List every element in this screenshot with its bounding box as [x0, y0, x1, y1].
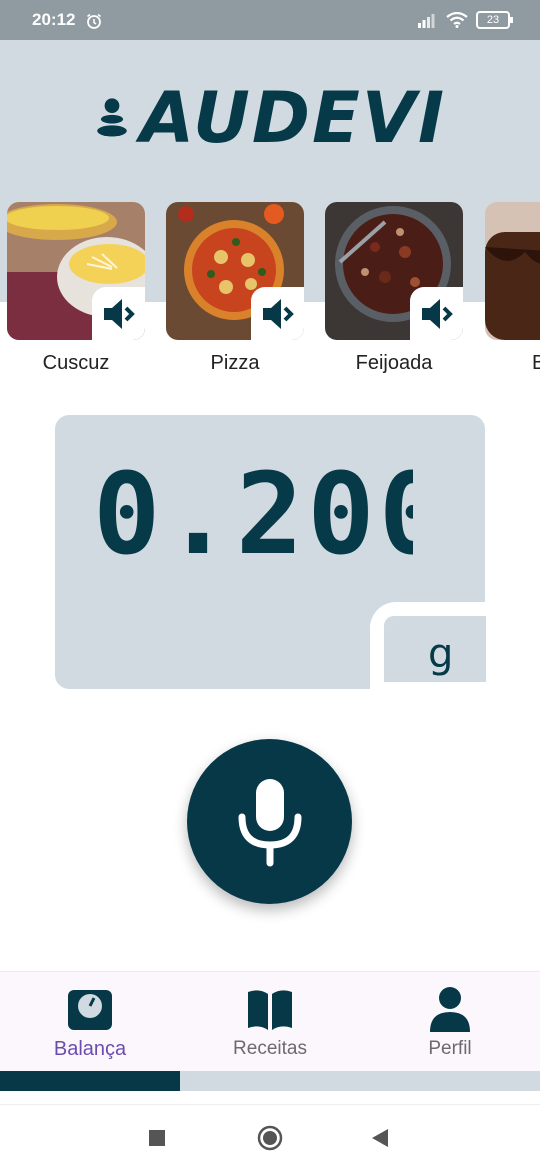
- scale-display: 0.200 g: [55, 415, 486, 690]
- food-image: [325, 202, 463, 340]
- audio-button[interactable]: [92, 287, 145, 340]
- nav-label: Balança: [53, 1038, 127, 1060]
- app-logo: AUDEVI: [96, 77, 446, 159]
- unit-cutout: g: [370, 602, 486, 690]
- food-card-pizza[interactable]: Pizza: [166, 202, 304, 375]
- nav-item-perfil[interactable]: Perfil: [360, 972, 540, 1072]
- signal-icon: [418, 14, 435, 28]
- tab-indicator-track: [0, 1071, 540, 1091]
- nav-label: Receitas: [233, 1038, 307, 1059]
- tab-indicator-fill: [0, 1071, 180, 1091]
- food-card-partial[interactable]: B: [485, 202, 540, 375]
- nav-item-balanca[interactable]: Balança: [0, 972, 180, 1072]
- nav-item-receitas[interactable]: Receitas: [180, 972, 360, 1072]
- logo-icon: [97, 98, 127, 137]
- food-image: [166, 202, 304, 340]
- food-name: B: [532, 352, 540, 374]
- back-icon[interactable]: [372, 1129, 388, 1147]
- food-name: Pizza: [210, 352, 260, 374]
- system-nav-bar: [0, 1104, 540, 1171]
- weight-value: 0.200: [93, 455, 413, 565]
- recent-apps-icon[interactable]: [149, 1130, 165, 1146]
- food-image: [7, 202, 145, 340]
- home-icon[interactable]: [257, 1125, 283, 1151]
- microphone-icon: [238, 778, 301, 866]
- food-name: Feijoada: [355, 352, 433, 374]
- status-bar: 20:12 23: [0, 0, 540, 40]
- speaker-icon: [422, 299, 453, 329]
- battery-level: 23: [486, 14, 500, 26]
- wifi-icon: [446, 12, 468, 28]
- food-carousel[interactable]: Cuscuz Pizza Feijoada B: [0, 202, 540, 382]
- food-card-cuscuz[interactable]: Cuscuz: [7, 202, 145, 375]
- weight-reading: 0.200: [93, 455, 413, 565]
- speaker-icon: [104, 299, 135, 329]
- status-time: 20:12: [32, 10, 76, 29]
- food-name: Cuscuz: [42, 352, 110, 374]
- person-icon: [430, 987, 470, 1032]
- battery-icon: 23: [476, 11, 513, 29]
- logo-text: AUDEVI: [139, 77, 446, 159]
- bottom-nav: Balança Receitas Perfil: [0, 971, 540, 1072]
- alarm-icon: [87, 13, 101, 29]
- unit-box: g: [384, 616, 486, 682]
- food-card-feijoada[interactable]: Feijoada: [325, 202, 463, 375]
- microphone-button[interactable]: [187, 739, 352, 904]
- speaker-icon: [263, 299, 294, 329]
- audio-button[interactable]: [410, 287, 463, 340]
- audio-button[interactable]: [251, 287, 304, 340]
- book-icon: [248, 990, 292, 1030]
- unit-label: g: [428, 631, 454, 677]
- nav-label: Perfil: [428, 1038, 472, 1059]
- food-image: [485, 202, 540, 340]
- scale-icon: [68, 990, 112, 1030]
